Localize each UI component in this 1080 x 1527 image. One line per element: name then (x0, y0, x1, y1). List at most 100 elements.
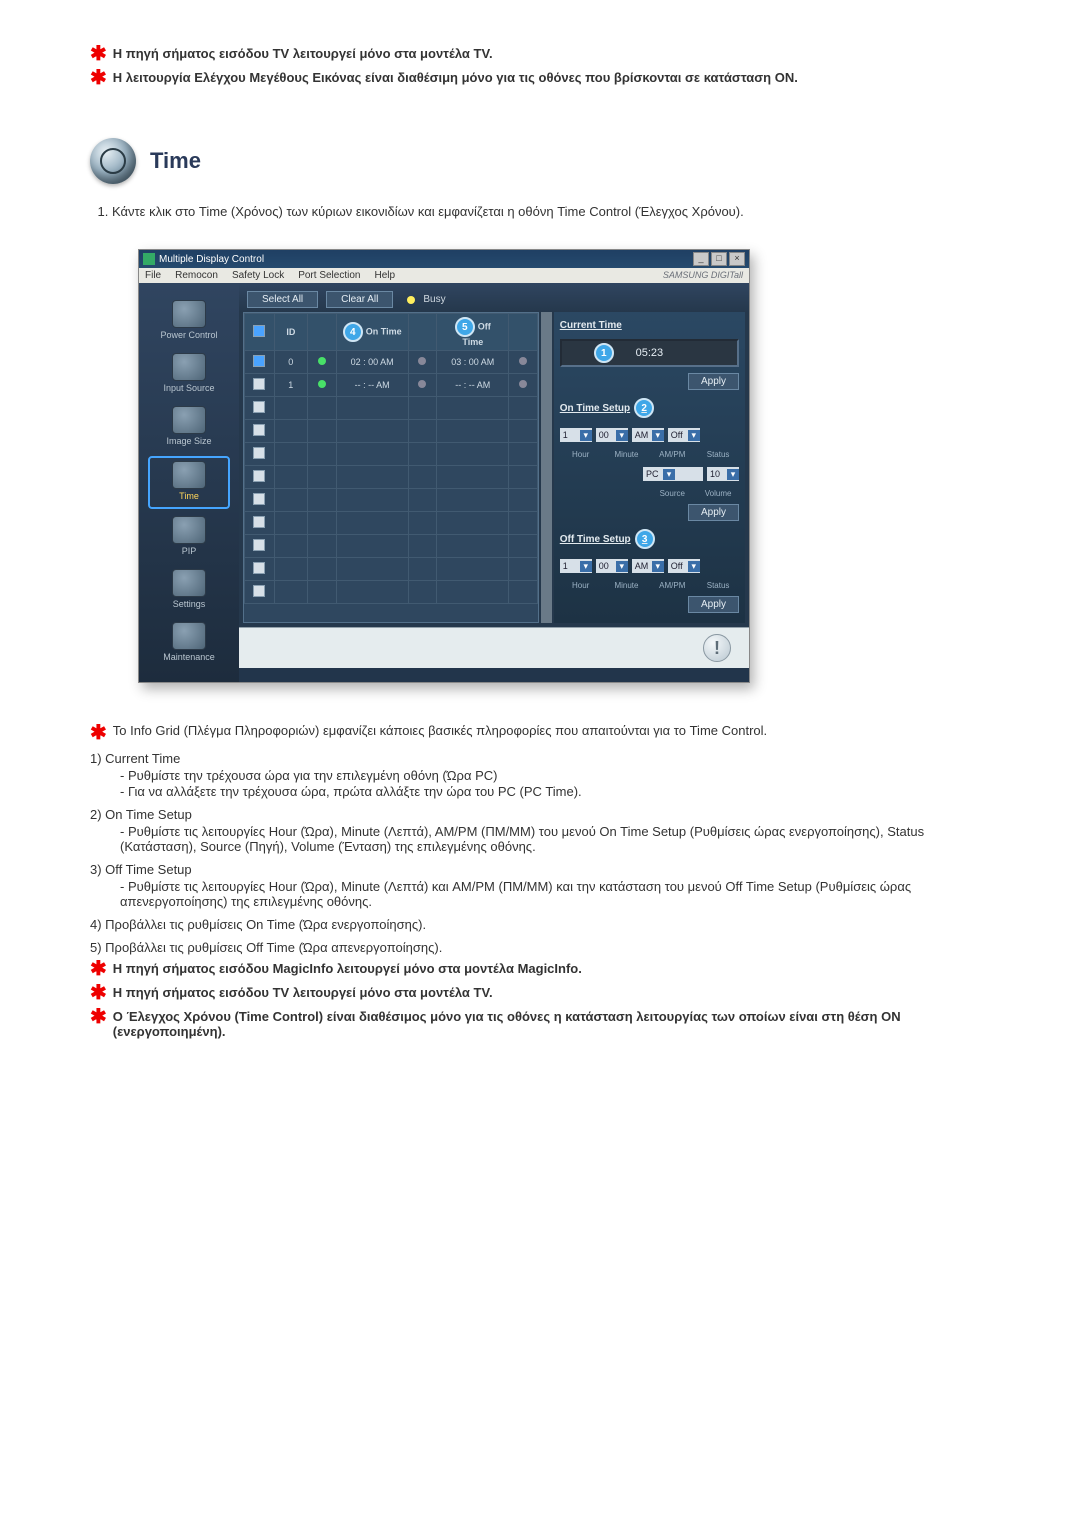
menu-remocon[interactable]: Remocon (175, 270, 218, 281)
note-image-size: ✱ Η λειτουργία Ελέγχου Μεγέθους Εικόνας … (90, 68, 990, 88)
grid-and-panel: ID 4On Time 5Off Time (239, 312, 749, 627)
table-row[interactable] (245, 397, 538, 420)
app-icon (143, 253, 155, 265)
brand-label: SAMSUNG DIGITall (663, 270, 743, 281)
item-5: 5) Προβάλλει τις ρυθμίσεις Off Time (Ώρα… (90, 940, 990, 955)
item-3: 3) Off Time Setup (90, 862, 990, 877)
sidebar-item-settings[interactable]: Settings (150, 566, 228, 615)
badge-5: 5 (455, 317, 475, 337)
table-row[interactable] (245, 581, 538, 604)
sidebar-item-input[interactable]: Input Source (150, 350, 228, 399)
on-volume-select[interactable]: 10▾ (707, 467, 739, 481)
scrollbar[interactable] (541, 312, 552, 623)
status-lamp-icon (418, 357, 426, 365)
table-row[interactable] (245, 420, 538, 443)
section-header: Time (90, 138, 990, 184)
close-button[interactable]: × (729, 252, 745, 266)
menu-port-selection[interactable]: Port Selection (298, 270, 360, 281)
off-status-select[interactable]: Off▾ (668, 559, 700, 573)
apply-current-time-button[interactable]: Apply (688, 373, 739, 390)
minimize-button[interactable]: _ (693, 252, 709, 266)
info-grid-note: ✱ Το Info Grid (Πλέγμα Πληροφοριών) εμφα… (90, 723, 990, 743)
clear-all-button[interactable]: Clear All (326, 291, 393, 308)
menu-file[interactable]: File (145, 270, 161, 281)
settings-icon (172, 569, 206, 597)
note-time-control-on: ✱ Ο Έλεγχος Χρόνου (Time Control) είναι … (90, 1007, 990, 1039)
note-tv-source-2: ✱ Η πηγή σήματος εισόδου TV λειτουργεί μ… (90, 983, 990, 1003)
current-time-field[interactable]: 1 05:23 (560, 339, 739, 367)
sidebar-item-image[interactable]: Image Size (150, 403, 228, 452)
off-hour-select[interactable]: 1▾ (560, 559, 592, 573)
on-time-title: On Time Setup 2 (560, 398, 739, 418)
on-ampm-select[interactable]: AM▾ (632, 428, 664, 442)
item-2a: - Ρυθμίστε τις λειτουργίες Hour (Ώρα), M… (120, 824, 990, 854)
busy-indicator-icon (407, 296, 415, 304)
intro-list: Κάντε κλικ στο Time (Χρόνος) των κύριων … (90, 204, 990, 219)
item-2: 2) On Time Setup (90, 807, 990, 822)
table-row[interactable]: 1 -- : -- AM -- : -- AM (245, 374, 538, 397)
off-minute-select[interactable]: 00▾ (596, 559, 628, 573)
status-lamp-icon (318, 380, 326, 388)
table-row[interactable] (245, 512, 538, 535)
table-row[interactable] (245, 443, 538, 466)
titlebar: Multiple Display Control _ □ × (139, 250, 749, 268)
status-lamp-icon (418, 380, 426, 388)
toolbar: Select All Clear All Busy (239, 283, 749, 312)
on-minute-select[interactable]: 00▾ (596, 428, 628, 442)
busy-label: Busy (423, 294, 445, 305)
item-1a: - Ρυθμίστε την τρέχουσα ώρα για την επιλ… (120, 768, 990, 783)
row-checkbox[interactable] (253, 355, 265, 367)
table-row[interactable] (245, 489, 538, 512)
clock-icon (90, 138, 136, 184)
col-id: ID (274, 314, 307, 351)
select-all-button[interactable]: Select All (247, 291, 318, 308)
app-window: Multiple Display Control _ □ × File Remo… (138, 249, 750, 683)
note-magicinfo: ✱ Η πηγή σήματος εισόδου MagicInfo λειτο… (90, 959, 990, 979)
col-on-time: 4On Time (336, 314, 408, 351)
item-4: 4) Προβάλλει τις ρυθμίσεις On Time (Ώρα … (90, 917, 990, 932)
status-lamp-icon (519, 380, 527, 388)
sidebar-item-maintenance[interactable]: Maintenance (150, 619, 228, 668)
maintenance-icon (172, 622, 206, 650)
apply-on-time-button[interactable]: Apply (688, 504, 739, 521)
on-hour-select[interactable]: 1▾ (560, 428, 592, 442)
menu-help[interactable]: Help (374, 270, 395, 281)
off-time-title: Off Time Setup 3 (560, 529, 739, 549)
note-tv-source: ✱ Η πηγή σήματος εισόδου TV λειτουργεί μ… (90, 44, 990, 64)
grid-header: ID 4On Time 5Off Time (245, 314, 538, 351)
right-panel: Current Time 1 05:23 Apply On Time Setup… (554, 312, 745, 623)
table-row[interactable] (245, 558, 538, 581)
item-3a: - Ρυθμίστε τις λειτουργίες Hour (Ώρα), M… (120, 879, 990, 909)
item-1: 1) Current Time (90, 751, 990, 766)
star-icon: ✱ (90, 1007, 107, 1027)
off-ampm-select[interactable]: AM▾ (632, 559, 664, 573)
badge-2: 2 (634, 398, 654, 418)
pip-icon (172, 516, 206, 544)
maximize-button[interactable]: □ (711, 252, 727, 266)
badge-1: 1 (594, 343, 614, 363)
on-status-select[interactable]: Off▾ (668, 428, 700, 442)
status-pane: ! (239, 627, 749, 668)
section-title: Time (150, 148, 201, 174)
sidebar-item-power[interactable]: Power Control (150, 297, 228, 346)
sidebar-item-time[interactable]: Time (148, 456, 230, 509)
info-grid: ID 4On Time 5Off Time (243, 312, 539, 623)
app-title: Multiple Display Control (159, 254, 264, 265)
power-icon (172, 300, 206, 328)
table-row[interactable] (245, 466, 538, 489)
header-checkbox[interactable] (253, 325, 265, 337)
app-body: Power Control Input Source Image Size Ti… (139, 283, 749, 682)
star-icon: ✱ (90, 723, 107, 743)
main-pane: Select All Clear All Busy ID 4On Time (239, 283, 749, 682)
menubar: File Remocon Safety Lock Port Selection … (139, 268, 749, 283)
sidebar-item-pip[interactable]: PIP (150, 513, 228, 562)
sidebar: Power Control Input Source Image Size Ti… (139, 283, 239, 682)
star-icon: ✱ (90, 68, 107, 88)
table-row[interactable] (245, 535, 538, 558)
menu-safety-lock[interactable]: Safety Lock (232, 270, 284, 281)
on-source-select[interactable]: PC▾ (643, 467, 703, 481)
time-icon (172, 461, 206, 489)
apply-off-time-button[interactable]: Apply (688, 596, 739, 613)
row-checkbox[interactable] (253, 378, 265, 390)
table-row[interactable]: 0 02 : 00 AM 03 : 00 AM (245, 351, 538, 374)
